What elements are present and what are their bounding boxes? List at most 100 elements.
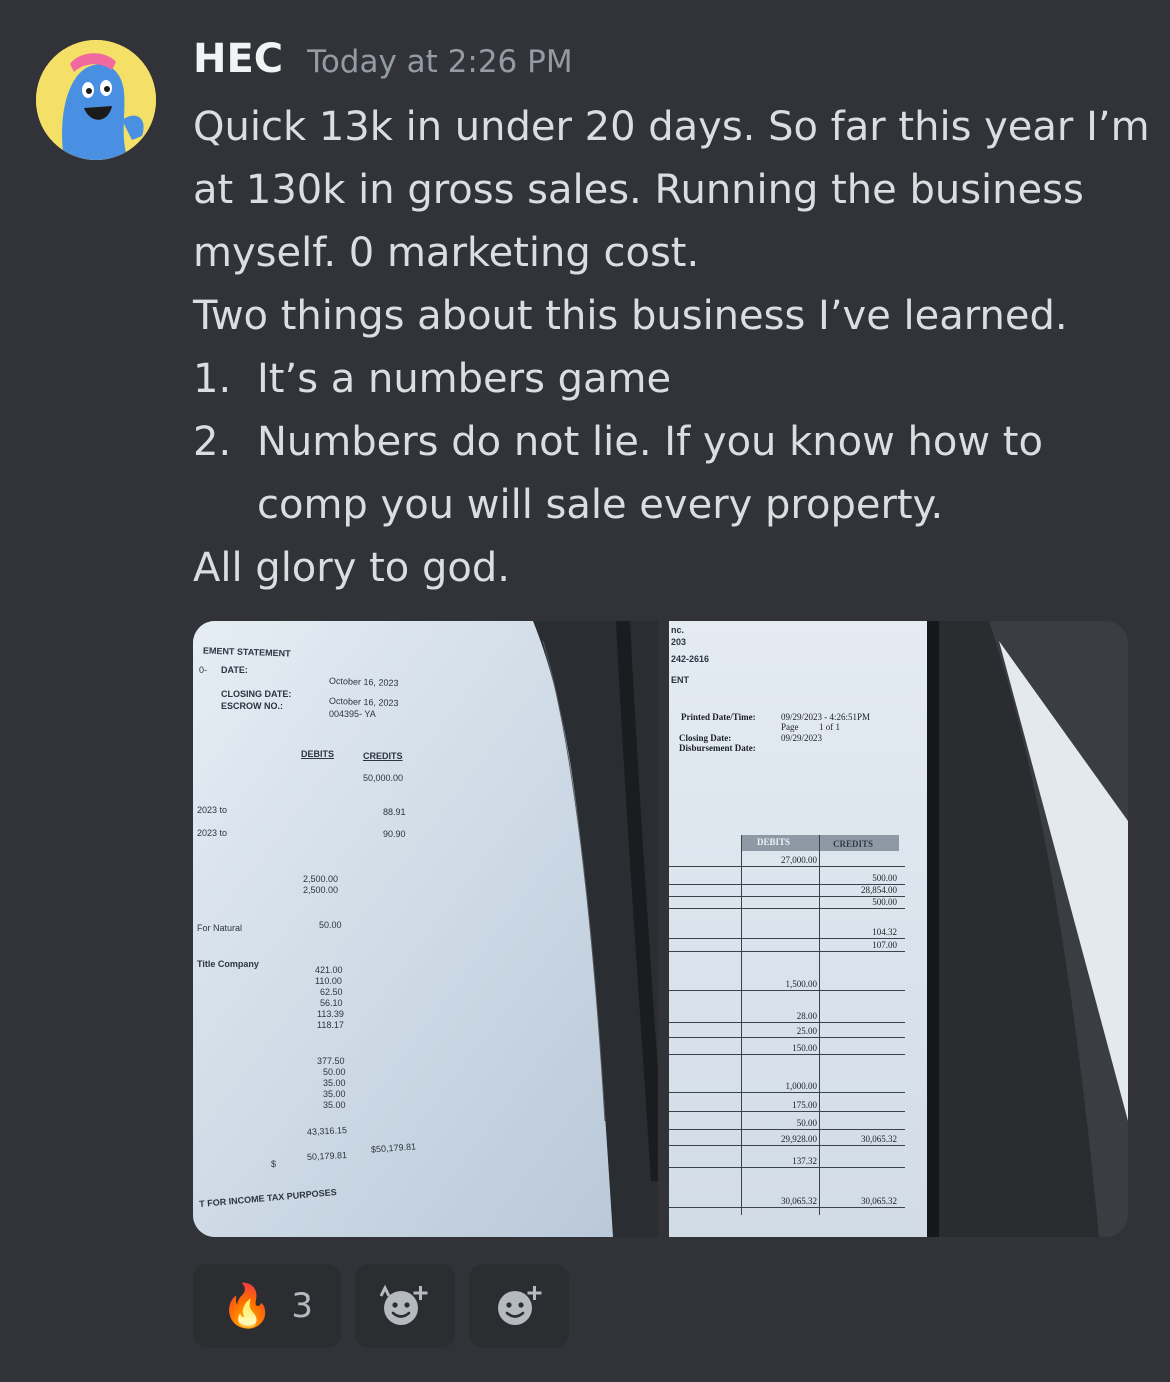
ledger-row (669, 938, 905, 939)
ledger-debit-value: 150.00 (792, 1043, 817, 1053)
ledger-debit-value: 29,928.00 (781, 1134, 817, 1144)
statement-debit-value: 2,500.00 (303, 885, 339, 895)
photo-background (193, 621, 658, 1237)
ledger-debit-value: 1,500.00 (785, 979, 818, 989)
statement-debit-value: 377.50 (317, 1056, 345, 1066)
ledger-row (669, 1207, 905, 1208)
ledger-disbursement-label: Disbursement Date: (679, 743, 756, 753)
add-super-reaction-icon (379, 1284, 428, 1325)
ledger-column-divider (741, 835, 742, 1215)
message-line: Two things about this business I’ve lear… (193, 293, 1068, 339)
reaction-count: 3 (291, 1286, 313, 1326)
list-item: 2. Numbers do not lie. If you know how t… (193, 411, 1153, 537)
statement-debit-value: 56.10 (320, 998, 343, 1008)
ledger-credit-value: 104.32 (872, 927, 897, 937)
reactions-bar: 🔥 3 (193, 1264, 569, 1348)
statement-debit-value: 421.00 (315, 965, 343, 975)
statement-debit-value: 110.00 (315, 976, 342, 986)
ledger-credit-value: 30,065.32 (861, 1134, 897, 1144)
statement-row-label: For Natural (197, 923, 243, 933)
list-text: Numbers do not lie. If you know how to (257, 419, 1043, 465)
user-avatar[interactable] (36, 40, 156, 160)
ledger-top-line: 203 (671, 637, 687, 647)
add-reaction-icon (498, 1286, 542, 1325)
statement-debit-value: 62.50 (320, 987, 343, 997)
statement-debit-value: 35.00 (323, 1100, 346, 1110)
statement-credit-value: 50,000.00 (363, 773, 404, 783)
ledger-top-line: 242-2616 (671, 654, 710, 664)
ledger-debit-value: 27,000.00 (781, 855, 817, 865)
ledger-credits-header: CREDITS (833, 839, 874, 849)
ledger-credit-value: 500.00 (872, 897, 897, 907)
ledger-row (669, 1111, 905, 1112)
statement-row-label: 2023 to (197, 828, 228, 838)
message-line: at 130k in gross sales. Running the busi… (193, 167, 1084, 213)
ledger-row (669, 1054, 905, 1055)
statement-subtotal: 43,316.15 (306, 1124, 348, 1138)
message-line: myself. 0 marketing cost. (193, 230, 700, 276)
add-reaction-button[interactable] (469, 1264, 569, 1348)
statement-debits-header: DEBITS (301, 749, 335, 759)
statement-credit-value: 90.90 (383, 829, 406, 839)
fire-emoji-icon: 🔥 (221, 1281, 274, 1330)
ledger-closing-value: 09/29/2023 (781, 733, 823, 743)
statement-debit-value: 113.39 (317, 1009, 344, 1019)
statement-row-label: 2023 to (197, 805, 228, 815)
message-header: HEC Today at 2:26 PM (193, 36, 573, 92)
statement-debit-value: 35.00 (323, 1089, 346, 1099)
ledger-credit-value: 500.00 (872, 873, 897, 883)
ledger-row (669, 1129, 905, 1130)
statement-debit-value: 2,500.00 (303, 874, 339, 884)
statement-credit-value: 88.91 (383, 807, 406, 817)
statement-debit-value: 50.00 (319, 920, 342, 930)
ledger-debit-value: 137.32 (792, 1156, 817, 1166)
statement-credits-header: CREDITS (363, 751, 403, 761)
ledger-closing-label: Closing Date: (679, 733, 732, 743)
ledger-row (669, 1145, 905, 1146)
ledger-debit-value: 30,065.32 (781, 1196, 817, 1206)
statement-row-label: Title Company (197, 959, 259, 969)
statement-escrow-value: 004395- YA (329, 709, 376, 719)
ledger-debit-value: 25.00 (796, 1026, 817, 1036)
statement-escrow-label: ESCROW NO.: (221, 701, 283, 711)
ledger-debit-value: 28.00 (796, 1011, 817, 1021)
statement-date-prefix: 0- (199, 665, 208, 675)
ledger-column-divider (819, 835, 820, 1215)
message-line: Quick 13k in under 20 days. So far this … (193, 104, 1150, 150)
ledger-row (669, 908, 905, 909)
ledger-row (669, 951, 905, 952)
attachment-image-settlement-statement[interactable]: EMENT STATEMENT 0- DATE: October 16, 202… (193, 621, 658, 1237)
list-text: comp you will sale every property. (257, 482, 944, 528)
list-text: It’s a numbers game (257, 356, 672, 402)
ledger-debit-value: 50.00 (796, 1118, 817, 1128)
statement-closing-label: CLOSING DATE: (221, 689, 292, 699)
ledger-debit-value: 1,000.00 (785, 1081, 818, 1091)
statement-debit-value: 50.00 (323, 1067, 346, 1077)
ledger-top-line: nc. (671, 625, 685, 635)
reaction-fire[interactable]: 🔥 3 (193, 1264, 341, 1348)
ledger-printed-value: 09/29/2023 - 4:26:51PM (781, 712, 871, 722)
list-number: 2. (193, 419, 232, 465)
ledger-row (669, 1092, 905, 1093)
ledger-row (669, 990, 905, 991)
ledger-row (669, 1167, 905, 1168)
image-attachments: EMENT STATEMENT 0- DATE: October 16, 202… (193, 621, 1128, 1237)
username[interactable]: HEC (193, 36, 283, 82)
statement-debit-value: 35.00 (323, 1078, 346, 1088)
ledger-credit-value: 30,065.32 (861, 1196, 897, 1206)
ledger-row (669, 896, 905, 897)
ledger-row (669, 866, 905, 867)
message-line: All glory to god. (193, 545, 510, 591)
attachment-image-ledger[interactable]: nc. 203 242-2616 ENT Printed Date/Time: … (669, 621, 1128, 1237)
ledger-credit-value: 28,854.00 (861, 885, 897, 895)
ledger-page-label: Page (781, 722, 799, 732)
list-item: 1. It’s a numbers game (193, 348, 1153, 411)
add-super-reaction-button[interactable] (355, 1264, 455, 1348)
ledger-printed-label: Printed Date/Time: (681, 712, 756, 722)
statement-date-label: DATE: (221, 665, 248, 675)
message-content: Quick 13k in under 20 days. So far this … (193, 96, 1153, 600)
ledger-debit-value: 175.00 (792, 1100, 817, 1110)
list-number: 1. (193, 356, 232, 402)
message-list: 1. It’s a numbers game 2. Numbers do not… (193, 348, 1153, 537)
statement-debit-value: 118.17 (317, 1020, 344, 1030)
